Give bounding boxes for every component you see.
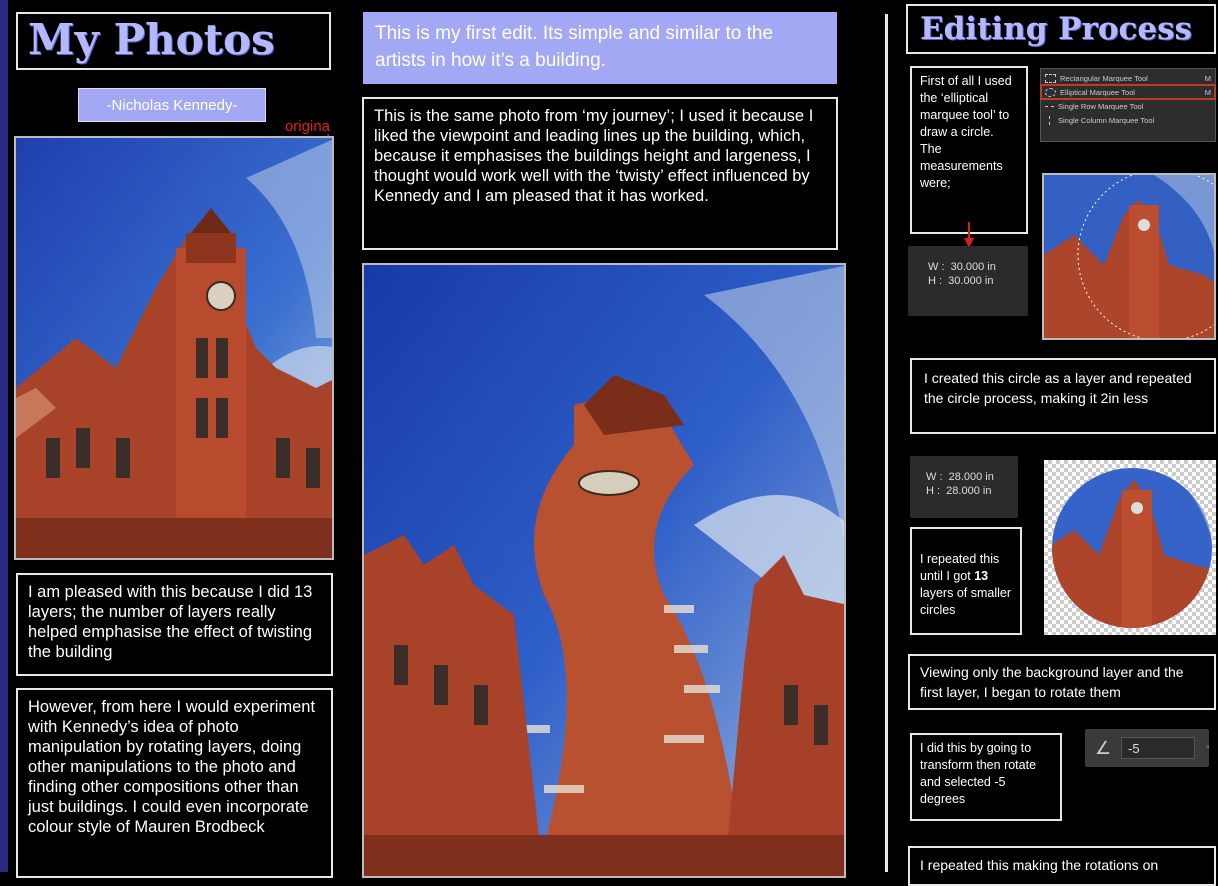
degree-icon: ◦ [1206, 742, 1210, 753]
page-title: My Photos [28, 15, 275, 64]
rotate-angle-field[interactable]: ∠ -5 [1085, 729, 1209, 767]
first-edit-intro: This is my first edit. Its simple and si… [363, 12, 837, 84]
editing-process-title-box: Editing Process [906, 4, 1216, 54]
twisted-building-image [364, 265, 844, 876]
menu-item-elliptical[interactable]: Elliptical Marquee Tool M [1040, 84, 1216, 100]
elliptical-marquee-icon [1045, 87, 1056, 97]
left-text-box-1: I am pleased with this because I did 13 … [16, 573, 333, 676]
original-photo [14, 136, 334, 560]
editing-process-title: Editing Process [920, 11, 1193, 47]
artist-label: -Nicholas Kennedy- [78, 88, 266, 122]
menu-item-label: Elliptical Marquee Tool [1060, 87, 1135, 97]
edited-photo [362, 263, 846, 878]
original-building-image [16, 138, 332, 558]
menu-item-rectangular[interactable]: Rectangular Marquee Tool M [1041, 71, 1215, 85]
middle-text-box: This is the same photo from ‘my journey’… [362, 97, 838, 250]
artist-name: -Nicholas Kennedy- [106, 97, 238, 114]
single-column-marquee-icon [1049, 115, 1050, 125]
menu-item-label: Single Row Marquee Tool [1058, 101, 1144, 111]
measurements-panel-2: W : 28.000 in H : 28.000 in [910, 456, 1018, 518]
step-1-text: First of all I used the ‘elliptical marq… [910, 66, 1028, 234]
step-4-text: Viewing only the background layer and th… [908, 654, 1216, 710]
menu-item-shortcut: M [1204, 73, 1211, 83]
circles-photo [1044, 460, 1216, 635]
left-text-box-2: However, from here I would experiment wi… [16, 688, 333, 878]
column-divider [885, 14, 888, 872]
my-photos-title-box: My Photos [16, 12, 331, 70]
menu-item-label: Single Column Marquee Tool [1058, 115, 1155, 125]
menu-item-single-row[interactable]: Single Row Marquee Tool [1041, 99, 1215, 113]
measurements-panel-1: W : 30.000 in H : 30.000 in [908, 246, 1028, 316]
circle-cropped-building-image [1052, 468, 1212, 628]
rectangular-marquee-icon [1045, 73, 1056, 83]
angle-input[interactable]: -5 [1121, 737, 1195, 759]
down-arrow-icon [964, 222, 974, 248]
step-3-bold: 13 [974, 569, 989, 583]
menu-item-label: Rectangular Marquee Tool [1060, 73, 1148, 83]
page-edge-strip [0, 0, 8, 872]
menu-item-shortcut: M [1204, 87, 1211, 97]
angle-icon: ∠ [1095, 738, 1112, 758]
step-6-text: I repeated this making the rotations on [908, 846, 1216, 886]
marquee-tool-menu: Rectangular Marquee Tool M Elliptical Ma… [1040, 68, 1216, 142]
step-3-text: I repeated this until I got 13 layers of… [910, 527, 1022, 635]
selection-building-image [1044, 175, 1214, 338]
single-row-marquee-icon [1045, 105, 1054, 107]
step-3-post: layers of smaller circles [920, 586, 1011, 617]
circle-selection-photo [1042, 173, 1216, 340]
menu-item-single-column[interactable]: Single Column Marquee Tool [1041, 113, 1215, 127]
step-5-text: I did this by going to transform then ro… [910, 733, 1062, 821]
step-2-text: I created this circle as a layer and rep… [910, 358, 1216, 434]
